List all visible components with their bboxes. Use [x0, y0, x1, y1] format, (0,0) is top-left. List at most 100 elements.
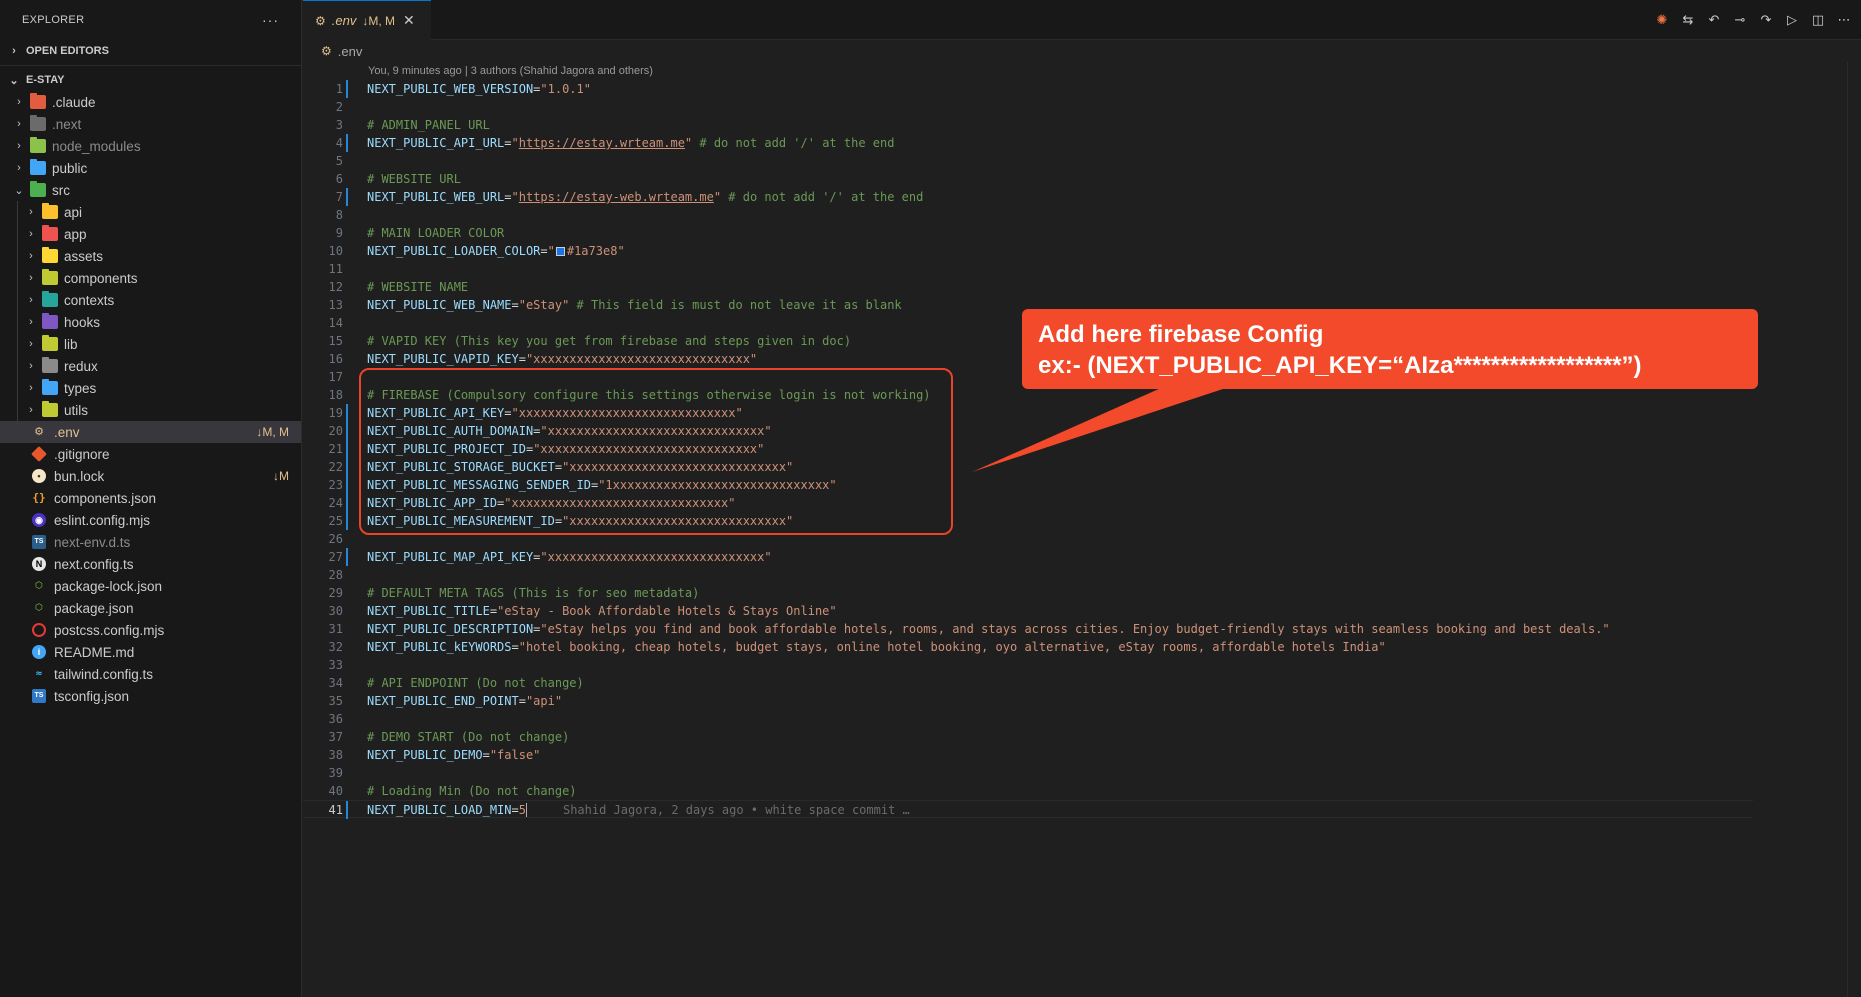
tree-item-app[interactable]: › app	[0, 223, 301, 245]
callout-line-2: ex:- (NEXT_PUBLIC_API_KEY=“AIza*********…	[1038, 352, 1642, 379]
inline-blame[interactable]: Shahid Jagora, 2 days ago • white space …	[563, 803, 910, 817]
git-icon	[31, 446, 47, 462]
ellipsis-icon[interactable]: ···	[262, 12, 279, 28]
tree-item-next[interactable]: › .next	[0, 113, 301, 135]
code-line-31: 31 NEXT_PUBLIC_DESCRIPTION="eStay helps y…	[328, 622, 1610, 636]
folder-icon	[42, 335, 58, 351]
tree-item-src[interactable]: ⌄ src	[0, 179, 301, 201]
tab-env[interactable]: ⚙ .env ↓M, M ✕	[303, 0, 431, 40]
chevron-right-icon: ›	[17, 118, 21, 130]
tree-item-types[interactable]: › types	[0, 377, 301, 399]
codelens-blame[interactable]: You, 9 minutes ago | 3 authors (Shahid J…	[368, 62, 653, 80]
folder-open-icon	[30, 181, 46, 197]
code-line-2: 2	[335, 100, 343, 114]
tree-item-package-json[interactable]: ⬡ package.json	[0, 597, 301, 619]
code-line-11: 11	[328, 262, 343, 276]
tree-item-next-env[interactable]: TS next-env.d.ts	[0, 531, 301, 553]
close-icon[interactable]: ✕	[403, 12, 415, 29]
tree-item-readme[interactable]: i README.md	[0, 641, 301, 663]
code-line-12: 12 # WEBSITE NAME	[328, 280, 469, 294]
tree-item-public[interactable]: › public	[0, 157, 301, 179]
code-line-24: 24 NEXT_PUBLIC_APP_ID="xxxxxxxxxxxxxxxxxx…	[328, 494, 736, 512]
go-forward-icon[interactable]: ↷	[1757, 11, 1775, 29]
code-line-6: 6 # WEBSITE URL	[335, 172, 461, 186]
project-section[interactable]: ⌄ E-STAY	[0, 69, 301, 91]
breadcrumb-file: .env	[337, 43, 363, 59]
chevron-right-icon: ›	[29, 294, 33, 306]
url-link[interactable]: https://estay.wrteam.me	[519, 136, 685, 150]
split-editor-icon[interactable]: ◫	[1809, 11, 1827, 29]
folder-icon	[30, 115, 46, 131]
folder-icon	[42, 401, 58, 417]
code-line-7: 7 NEXT_PUBLIC_WEB_URL="https://estay-web.…	[335, 188, 924, 206]
settings-file-icon: ⚙	[321, 44, 332, 58]
tree-item-utils[interactable]: › utils	[0, 399, 301, 421]
more-actions-icon[interactable]: ⋯	[1835, 11, 1853, 29]
commit-icon[interactable]: ⊸	[1731, 11, 1749, 29]
code-line-37: 37 # DEMO START (Do not change)	[328, 730, 570, 744]
chevron-down-icon: ⌄	[14, 184, 24, 197]
tsconfig-icon: TS	[32, 689, 46, 703]
indent-guide	[17, 399, 18, 421]
folder-icon	[30, 137, 46, 153]
run-icon[interactable]: ▷	[1783, 11, 1801, 29]
tree-item-eslint[interactable]: ◉ eslint.config.mjs	[0, 509, 301, 531]
tree-item-assets[interactable]: › assets	[0, 245, 301, 267]
editor-scrollbar[interactable]	[1847, 62, 1861, 997]
tree-item-tsconfig[interactable]: TS tsconfig.json	[0, 685, 301, 707]
code-line-30: 30 NEXT_PUBLIC_TITLE="eStay - Book Afford…	[328, 604, 837, 618]
git-compare-icon[interactable]: ⇆	[1679, 11, 1697, 29]
project-label: E-STAY	[26, 74, 65, 86]
tree-item-components-json[interactable]: {} components.json	[0, 487, 301, 509]
code-line-41: 41 NEXT_PUBLIC_LOAD_MIN=5 Shahid Jagora, 2…	[303, 800, 1753, 819]
tree-item-package-lock[interactable]: ⬡ package-lock.json	[0, 575, 301, 597]
indent-guide	[17, 245, 18, 267]
go-back-icon[interactable]: ↶	[1705, 11, 1723, 29]
tree-item-tailwind[interactable]: ≈ tailwind.config.ts	[0, 663, 301, 685]
editor-tab-bar: ⚙ .env ↓M, M ✕ ✺ ⇆ ↶ ⊸ ↷ ▷ ◫ ⋯	[303, 0, 1861, 40]
folder-icon	[42, 203, 58, 219]
chevron-right-icon: ›	[29, 316, 33, 328]
code-line-9: 9 # MAIN LOADER COLOR	[335, 226, 505, 240]
chevron-right-icon: ›	[29, 250, 33, 262]
tree-item-env[interactable]: ⚙ .env ↓M, M	[0, 421, 301, 443]
typescript-def-icon: TS	[32, 535, 46, 549]
folder-icon	[42, 357, 58, 373]
open-editors-section[interactable]: › OPEN EDITORS	[0, 40, 301, 62]
tree-item-postcss[interactable]: postcss.config.mjs	[0, 619, 301, 641]
git-status-badge: ↓M	[273, 469, 289, 483]
tree-item-claude[interactable]: › .claude	[0, 91, 301, 113]
tree-item-api[interactable]: › api	[0, 201, 301, 223]
tree-item-lib[interactable]: › lib	[0, 333, 301, 355]
indent-guide	[17, 223, 18, 245]
folder-icon	[42, 379, 58, 395]
tab-status: ↓M, M	[362, 13, 396, 28]
spark-icon[interactable]: ✺	[1653, 11, 1671, 29]
breadcrumb[interactable]: ⚙ .env	[303, 40, 362, 62]
file-tree: › .claude › .next › node_modules › publi…	[0, 91, 301, 707]
tree-item-contexts[interactable]: › contexts	[0, 289, 301, 311]
code-line-5: 5	[335, 154, 343, 168]
tree-item-bun-lock[interactable]: • bun.lock ↓M	[0, 465, 301, 487]
tree-item-next-config[interactable]: N next.config.ts	[0, 553, 301, 575]
code-line-38: 38 NEXT_PUBLIC_DEMO="false"	[328, 748, 541, 762]
code-line-29: 29 # DEFAULT META TAGS (This is for seo m…	[328, 586, 700, 600]
color-swatch[interactable]	[555, 247, 565, 256]
code-line-39: 39	[328, 766, 343, 780]
tree-item-hooks[interactable]: › hooks	[0, 311, 301, 333]
url-link[interactable]: https://estay-web.wrteam.me	[519, 190, 714, 204]
chevron-down-icon: ⌄	[9, 74, 19, 87]
chevron-right-icon: ›	[29, 404, 33, 416]
indent-guide	[17, 267, 18, 289]
indent-guide	[17, 289, 18, 311]
tree-item-components[interactable]: › components	[0, 267, 301, 289]
folder-icon	[30, 159, 46, 175]
tree-item-node-modules[interactable]: › node_modules	[0, 135, 301, 157]
tree-item-gitignore[interactable]: .gitignore	[0, 443, 301, 465]
tree-item-redux[interactable]: › redux	[0, 355, 301, 377]
code-line-32: 32 NEXT_PUBLIC_kEYWORDS="hotel booking, c…	[328, 640, 1386, 654]
code-line-10: 10 NEXT_PUBLIC_LOADER_COLOR=" #1a73e8"	[328, 244, 625, 258]
chevron-right-icon: ›	[29, 360, 33, 372]
code-editor[interactable]: You, 9 minutes ago | 3 authors (Shahid J…	[303, 62, 1861, 997]
postcss-icon	[32, 623, 46, 637]
